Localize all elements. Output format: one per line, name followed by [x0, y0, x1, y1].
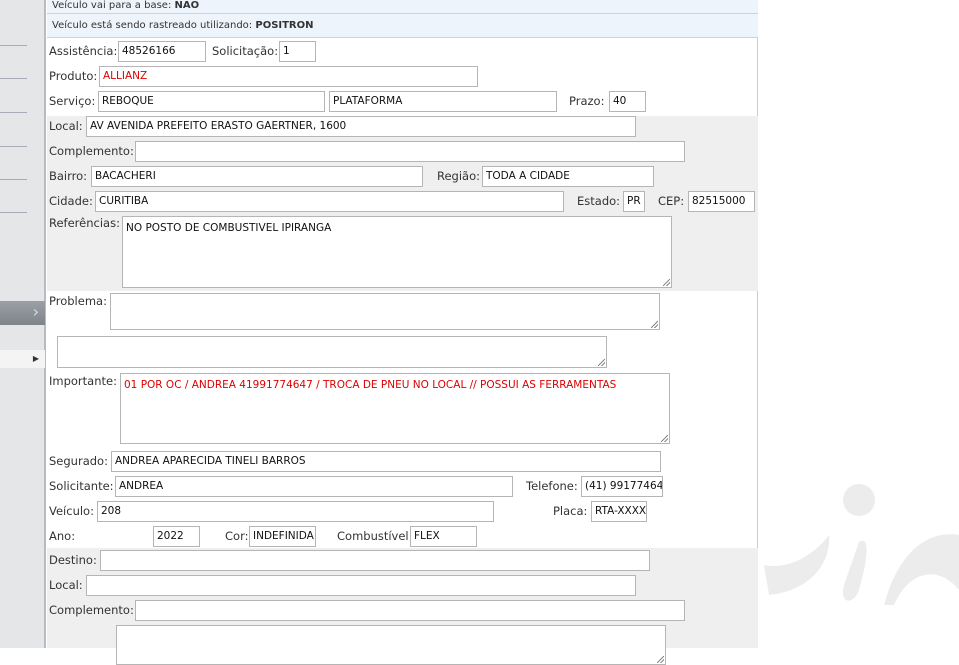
bairro-label: Bairro: — [49, 169, 88, 183]
telefone-label: Telefone: — [526, 479, 578, 493]
problema-extra-textarea[interactable] — [57, 336, 607, 368]
cep-label: CEP: — [658, 194, 685, 208]
produto-label: Produto: — [49, 69, 98, 83]
assistencia-input[interactable]: 48526166 — [118, 41, 206, 62]
segurado-label: Segurado: — [49, 454, 108, 468]
regiao-input[interactable]: TODA A CIDADE — [482, 166, 654, 187]
destino-complemento-label: Complemento: — [49, 603, 134, 617]
cidade-label: Cidade: — [49, 194, 93, 208]
local-input[interactable]: AV AVENIDA PREFEITO ERASTO GAERTNER, 160… — [86, 116, 636, 137]
prazo-label: Prazo: — [569, 94, 605, 108]
solicitacao-label: Solicitação: — [212, 44, 279, 58]
bairro-input[interactable]: BACACHERI — [91, 166, 423, 187]
ano-input[interactable]: 2022 — [153, 526, 200, 547]
cor-input[interactable]: INDEFINIDA — [249, 526, 316, 547]
servico-input[interactable]: REBOQUE — [98, 91, 325, 112]
veiculo-label: Veículo: — [49, 504, 94, 518]
watermark-logo — [764, 484, 959, 605]
base-info: Veículo vai para a base: NAO — [47, 0, 758, 14]
importante-textarea[interactable]: 01 POR OC / ANDREA 41991774647 / TROCA D… — [120, 373, 670, 444]
tracking-info: Veículo está sendo rastreado utilizando:… — [47, 14, 758, 38]
destino-obs-textarea[interactable] — [116, 625, 666, 665]
solicitante-label: Solicitante: — [49, 479, 114, 493]
complemento-label: Complemento: — [49, 144, 134, 158]
sidebar-toggle-button[interactable]: › — [0, 301, 45, 325]
prazo-input[interactable]: 40 — [609, 91, 646, 112]
placa-label: Placa: — [553, 504, 588, 518]
sidebar-divider — [0, 78, 27, 79]
problema-textarea[interactable] — [110, 293, 660, 330]
segurado-input[interactable]: ANDREA APARECIDA TINELI BARROS — [111, 451, 661, 472]
sidebar-divider — [0, 179, 27, 180]
servico-tipo-input[interactable]: PLATAFORMA — [329, 91, 557, 112]
sidebar: › ▶ — [0, 0, 46, 648]
tracking-value: POSITRON — [255, 20, 314, 31]
estado-label: Estado: — [577, 194, 621, 208]
produto-input[interactable]: ALLIANZ — [99, 66, 478, 87]
cep-input[interactable]: 82515000 — [688, 191, 755, 212]
local-label: Local: — [49, 119, 83, 133]
placa-input[interactable]: RTA-XXXX — [591, 501, 647, 522]
sidebar-divider — [0, 112, 27, 113]
service-form: Veículo vai para a base: NAO Veículo est… — [47, 0, 758, 665]
sidebar-divider — [0, 45, 27, 46]
destino-local-label: Local: — [49, 578, 83, 592]
veiculo-input[interactable]: 208 — [97, 501, 494, 522]
sidebar-divider — [0, 212, 27, 213]
combustivel-label: Combustível: — [337, 529, 413, 543]
regiao-label: Região: — [437, 169, 481, 183]
sidebar-divider — [0, 146, 27, 147]
referencias-label: Referências: — [49, 216, 120, 230]
chevron-right-icon: › — [32, 302, 39, 321]
solicitacao-input[interactable]: 1 — [279, 41, 316, 62]
problema-label: Problema: — [49, 294, 107, 308]
destino-label: Destino: — [49, 553, 97, 567]
solicitante-input[interactable]: ANDREA — [115, 476, 513, 497]
base-value: NAO — [174, 0, 200, 11]
importante-label: Importante: — [49, 374, 117, 388]
cor-label: Cor: — [225, 529, 249, 543]
destino-input[interactable] — [100, 550, 650, 571]
servico-label: Serviço: — [49, 94, 96, 108]
complemento-input[interactable] — [135, 141, 685, 162]
combustivel-input[interactable]: FLEX — [410, 526, 477, 547]
cidade-input[interactable]: CURITIBA — [95, 191, 564, 212]
ano-label: Ano: — [49, 529, 76, 543]
destino-complemento-input[interactable] — [135, 600, 685, 621]
caret-right-icon: ▶ — [32, 354, 39, 363]
referencias-textarea[interactable]: NO POSTO DE COMBUSTIVEL IPIRANGA — [122, 216, 672, 288]
telefone-input[interactable]: (41) 991774647 — [581, 476, 663, 497]
sidebar-item[interactable]: ▶ — [0, 350, 45, 368]
destino-local-input[interactable] — [86, 575, 636, 596]
assistencia-label: Assistência: — [49, 44, 118, 58]
estado-input[interactable]: PR — [623, 191, 645, 212]
